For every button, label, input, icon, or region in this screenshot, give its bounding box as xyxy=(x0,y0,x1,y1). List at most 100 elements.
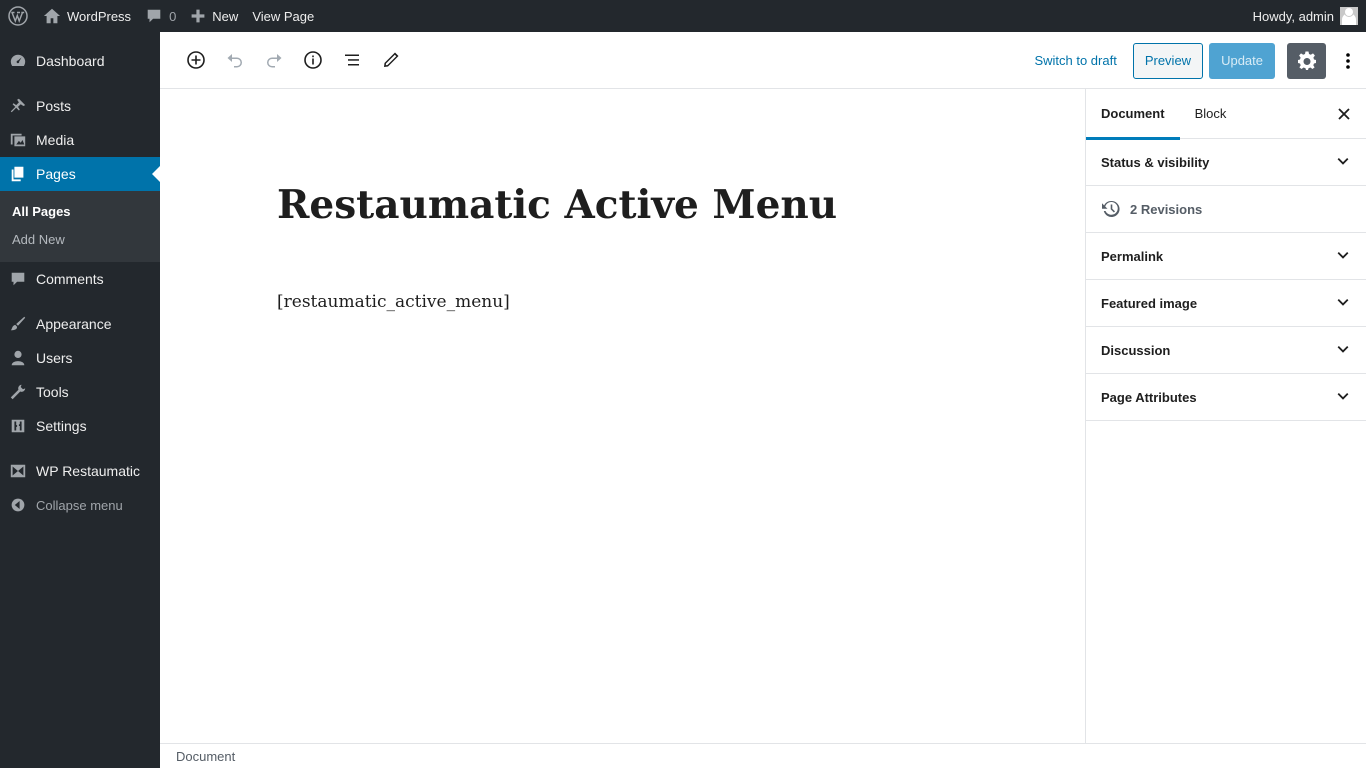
site-name-label: WordPress xyxy=(67,8,132,24)
comment-icon xyxy=(11,272,25,286)
sidebar-item-label: Dashboard xyxy=(36,53,105,69)
plugin-icon xyxy=(10,464,26,478)
redo-icon xyxy=(267,54,282,68)
sidebar-item-pages[interactable]: Pages xyxy=(0,157,160,191)
sidebar-item-label: WP Restaumatic xyxy=(36,463,140,479)
user-icon xyxy=(11,350,25,366)
howdy-label: Howdy, admin xyxy=(1252,8,1334,24)
sidebar-item-media[interactable]: Media xyxy=(0,123,160,157)
gear-icon xyxy=(1297,51,1316,70)
shortcode-block[interactable]: [restaumatic_active_menu] xyxy=(277,292,510,312)
chevron-down-icon xyxy=(1337,299,1349,306)
tools-edit-button[interactable] xyxy=(373,42,409,78)
home-icon xyxy=(43,8,61,24)
pages-icon xyxy=(11,166,24,182)
dashboard-icon xyxy=(10,54,26,66)
update-button[interactable]: Update xyxy=(1209,42,1275,79)
close-icon xyxy=(1338,108,1350,120)
editor-toolbar: Switch to draft Preview Update xyxy=(160,32,1366,89)
more-vertical-icon xyxy=(1346,52,1350,69)
collapse-menu-button[interactable]: Collapse menu xyxy=(0,488,160,522)
comments-link[interactable]: 0 xyxy=(138,0,183,32)
pencil-icon xyxy=(384,52,399,67)
plus-icon xyxy=(191,9,205,23)
chevron-down-icon xyxy=(1337,158,1349,165)
view-page-label: View Page xyxy=(252,8,315,24)
submenu-add-new[interactable]: Add New xyxy=(0,226,160,254)
redo-button[interactable] xyxy=(256,42,292,78)
pin-icon xyxy=(10,98,26,113)
comments-count: 0 xyxy=(169,8,177,24)
media-icon xyxy=(10,133,26,147)
settings-toggle-button[interactable] xyxy=(1287,42,1326,79)
avatar xyxy=(1340,7,1358,25)
my-account[interactable]: Howdy, admin xyxy=(1253,0,1366,32)
more-options-button[interactable] xyxy=(1330,43,1366,79)
sidebar-item-label: Settings xyxy=(36,418,87,434)
sidebar-item-tools[interactable]: Tools xyxy=(0,375,160,409)
sidebar-item-label: Pages xyxy=(36,166,76,182)
panel-title: Discussion xyxy=(1101,342,1171,358)
info-icon xyxy=(304,51,322,69)
panel-status-visibility[interactable]: Status & visibility xyxy=(1086,139,1366,186)
preview-button[interactable]: Preview xyxy=(1132,42,1204,79)
panel-title: Permalink xyxy=(1101,248,1164,264)
view-page-link[interactable]: View Page xyxy=(245,0,321,32)
panel-page-attributes[interactable]: Page Attributes xyxy=(1086,374,1366,421)
tab-document[interactable]: Document xyxy=(1086,89,1180,140)
editor-canvas: Restaumatic Active Menu [restaumatic_act… xyxy=(160,89,1085,743)
tab-block[interactable]: Block xyxy=(1180,89,1242,139)
sidebar-item-wp-restaumatic[interactable]: WP Restaumatic xyxy=(0,454,160,488)
block-navigation-button[interactable] xyxy=(334,42,370,78)
chevron-down-icon xyxy=(1337,346,1349,353)
chevron-down-icon xyxy=(1337,252,1349,259)
revisions-link[interactable]: 2 Revisions xyxy=(1086,186,1366,233)
pages-submenu: All Pages Add New xyxy=(0,191,160,262)
admin-bar: WordPress 0 New View Page Howdy, admin xyxy=(0,0,1366,32)
breadcrumb-document[interactable]: Document xyxy=(176,749,235,764)
sidebar-item-settings[interactable]: Settings xyxy=(0,409,160,443)
collapse-icon xyxy=(11,498,25,512)
sidebar-item-label: Media xyxy=(36,132,75,148)
panel-featured-image[interactable]: Featured image xyxy=(1086,280,1366,327)
sidebar-item-comments[interactable]: Comments xyxy=(0,262,160,296)
panel-title: Page Attributes xyxy=(1101,389,1197,405)
undo-button[interactable] xyxy=(217,42,253,78)
wrench-icon xyxy=(10,384,26,400)
site-name-link[interactable]: WordPress xyxy=(36,0,138,32)
sidebar-item-appearance[interactable]: Appearance xyxy=(0,307,160,341)
submenu-all-pages[interactable]: All Pages xyxy=(0,198,160,226)
chevron-down-icon xyxy=(1337,393,1349,400)
sidebar-item-label: Tools xyxy=(36,384,69,400)
panel-title: Status & visibility xyxy=(1101,154,1210,170)
undo-icon xyxy=(227,54,242,68)
history-icon xyxy=(1102,200,1120,217)
sidebar-item-label: Posts xyxy=(36,98,72,114)
sliders-icon xyxy=(11,419,25,433)
switch-to-draft-button[interactable]: Switch to draft xyxy=(1034,53,1116,68)
sidebar-item-posts[interactable]: Posts xyxy=(0,89,160,123)
panel-discussion[interactable]: Discussion xyxy=(1086,327,1366,374)
collapse-menu-label: Collapse menu xyxy=(36,497,123,513)
new-label: New xyxy=(212,8,239,24)
new-content-link[interactable]: New xyxy=(183,0,245,32)
content-structure-button[interactable] xyxy=(295,42,331,78)
panel-permalink[interactable]: Permalink xyxy=(1086,233,1366,280)
sidebar-item-label: Comments xyxy=(36,271,104,287)
post-title[interactable]: Restaumatic Active Menu xyxy=(277,182,837,228)
wordpress-logo-icon[interactable] xyxy=(0,0,36,32)
plus-circle-icon xyxy=(187,51,205,69)
comment-icon xyxy=(147,9,161,23)
revisions-label: 2 Revisions xyxy=(1130,201,1203,217)
settings-sidebar: Document Block Status & visibility 2 Rev… xyxy=(1085,89,1366,743)
add-block-button[interactable] xyxy=(178,42,214,78)
block-breadcrumb: Document xyxy=(160,743,1366,768)
sidebar-item-label: Appearance xyxy=(36,316,112,332)
list-icon xyxy=(345,54,359,66)
panel-title: Featured image xyxy=(1101,295,1198,311)
close-settings-button[interactable] xyxy=(1332,102,1356,126)
sidebar-item-users[interactable]: Users xyxy=(0,341,160,375)
sidebar-item-dashboard[interactable]: Dashboard xyxy=(0,44,160,78)
admin-sidebar: Dashboard Posts Media Pages All Pages Ad… xyxy=(0,32,160,768)
sidebar-item-label: Users xyxy=(36,350,73,366)
